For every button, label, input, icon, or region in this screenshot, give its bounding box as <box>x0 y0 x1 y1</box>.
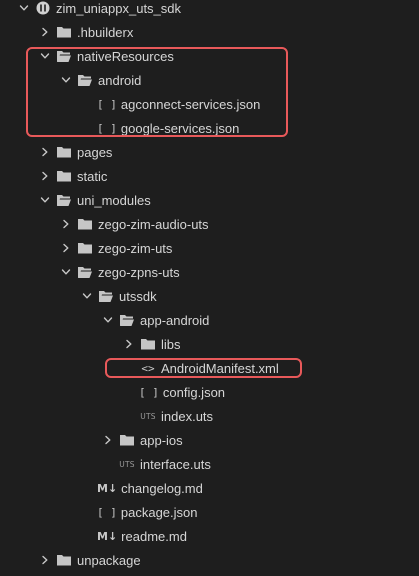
markdown-icon: M↓ <box>97 481 118 495</box>
tree-item-label: zego-zpns-uts <box>98 264 180 280</box>
tree-item-label: utssdk <box>119 288 157 304</box>
tree-item-label: google-services.json <box>120 120 240 136</box>
folder-open-icon <box>76 68 94 92</box>
folder-app-android[interactable]: app-android <box>0 308 419 332</box>
tree-item-label: zim_uniappx_uts_sdk <box>56 0 182 16</box>
xml-icon: <> <box>141 361 155 375</box>
json-icon: [ ] <box>139 385 159 399</box>
chevron-down-icon[interactable] <box>19 0 29 20</box>
tree-item-label: zego-zim-uts <box>98 240 173 256</box>
folder-open-icon <box>55 44 73 68</box>
folder-zego-zim-uts[interactable]: zego-zim-uts <box>0 236 419 260</box>
folder-zego-zim-audio-uts[interactable]: zego-zim-audio-uts <box>0 212 419 236</box>
folder-icon <box>76 212 94 236</box>
tree-item-label: libs <box>161 336 181 352</box>
tree-item-label: config.json <box>162 384 226 400</box>
folder-zego-zpns-uts[interactable]: zego-zpns-uts <box>0 260 419 284</box>
folder-open-icon <box>97 284 115 308</box>
json-icon: [ ] <box>97 97 117 111</box>
folder-utssdk[interactable]: utssdk <box>0 284 419 308</box>
uts-icon: UTS <box>140 411 156 421</box>
tree-item-label: uni_modules <box>77 192 151 208</box>
chevron-down-icon[interactable] <box>103 308 113 332</box>
tree-item-label: pages <box>77 144 113 160</box>
chevron-down-icon[interactable] <box>40 44 50 68</box>
folder-nativeresources[interactable]: nativeResources <box>0 44 419 68</box>
folder-icon <box>118 428 136 452</box>
chevron-down-icon[interactable] <box>82 284 92 308</box>
file-package-json[interactable]: [ ] package.json <box>0 500 419 524</box>
chevron-right-icon[interactable] <box>124 332 134 356</box>
file-agconnect-services-json[interactable]: [ ] agconnect-services.json <box>0 92 419 116</box>
chevron-right-icon[interactable] <box>61 236 71 260</box>
chevron-right-icon[interactable] <box>103 428 113 452</box>
chevron-down-icon[interactable] <box>61 68 71 92</box>
folder-android[interactable]: android <box>0 68 419 92</box>
tree-item-label: agconnect-services.json <box>120 96 261 112</box>
folder-icon <box>55 140 73 164</box>
chevron-right-icon[interactable] <box>61 212 71 236</box>
folder-open-icon <box>55 188 73 212</box>
chevron-right-icon[interactable] <box>40 140 50 164</box>
chevron-right-icon[interactable] <box>40 20 50 44</box>
file-readme-md[interactable]: M↓ readme.md <box>0 524 419 548</box>
folder-open-icon <box>118 308 136 332</box>
tree-item-label: app-android <box>140 312 210 328</box>
tree-item-label: changelog.md <box>121 480 203 496</box>
tree-item-label: android <box>98 72 142 88</box>
root-icon <box>34 0 52 20</box>
tree-item-label: unpackage <box>77 552 141 568</box>
folder-static[interactable]: static <box>0 164 419 188</box>
json-icon: [ ] <box>97 121 117 135</box>
folder-zim-uniappx-uts-sdk[interactable]: zim_uniappx_uts_sdk <box>0 0 419 20</box>
tree-item-label: readme.md <box>121 528 187 544</box>
folder-hbuilderx[interactable]: .hbuilderx <box>0 20 419 44</box>
tree-item-label: AndroidManifest.xml <box>161 360 279 376</box>
chevron-right-icon[interactable] <box>40 548 50 572</box>
tree-item-label: index.uts <box>161 408 214 424</box>
file-interface-uts[interactable]: UTS interface.uts <box>0 452 419 476</box>
folder-icon <box>55 20 73 44</box>
folder-app-ios[interactable]: app-ios <box>0 428 419 452</box>
chevron-right-icon[interactable] <box>40 164 50 188</box>
tree-item-label: app-ios <box>140 432 183 448</box>
file-google-services-json[interactable]: [ ] google-services.json <box>0 116 419 140</box>
tree-item-label: nativeResources <box>77 48 174 64</box>
tree-item-label: package.json <box>120 504 198 520</box>
folder-icon <box>139 332 157 356</box>
folder-icon <box>55 548 73 572</box>
chevron-down-icon[interactable] <box>40 188 50 212</box>
folder-icon <box>55 164 73 188</box>
tree-item-label: static <box>77 168 108 184</box>
folder-uni-modules[interactable]: uni_modules <box>0 188 419 212</box>
file-config-json[interactable]: [ ] config.json <box>0 380 419 404</box>
chevron-down-icon[interactable] <box>61 260 71 284</box>
folder-icon <box>76 236 94 260</box>
file-androidmanifest-xml[interactable]: <> AndroidManifest.xml <box>0 356 419 380</box>
markdown-icon: M↓ <box>97 529 118 543</box>
file-changelog-md[interactable]: M↓ changelog.md <box>0 476 419 500</box>
file-index-uts[interactable]: UTS index.uts <box>0 404 419 428</box>
folder-pages[interactable]: pages <box>0 140 419 164</box>
json-icon: [ ] <box>97 505 117 519</box>
uts-icon: UTS <box>119 459 135 469</box>
tree-item-label: zego-zim-audio-uts <box>98 216 209 232</box>
tree-item-label: interface.uts <box>140 456 211 472</box>
file-explorer-tree: zim_uniappx_uts_sdk .hbuilderx nativeResou… <box>0 0 419 576</box>
folder-libs[interactable]: libs <box>0 332 419 356</box>
folder-unpackage[interactable]: unpackage <box>0 548 419 572</box>
folder-open-icon <box>76 260 94 284</box>
tree-item-label: .hbuilderx <box>77 24 134 40</box>
